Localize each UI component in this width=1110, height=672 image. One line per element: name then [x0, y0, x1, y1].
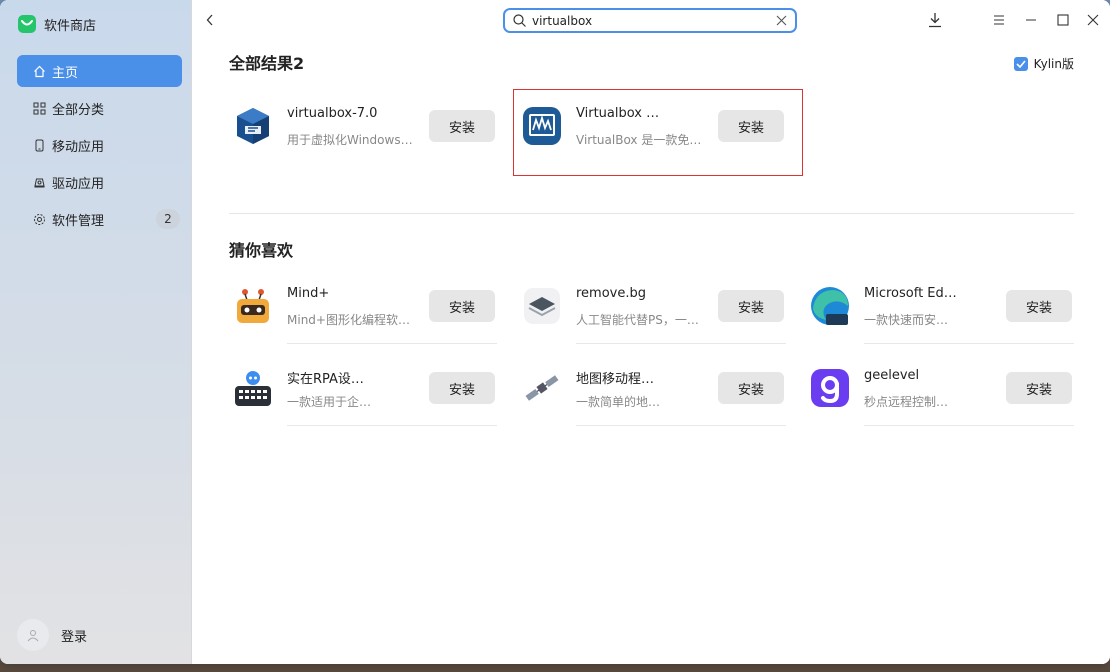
grid-icon: [32, 101, 46, 115]
login-area[interactable]: 登录: [17, 619, 87, 651]
install-button[interactable]: 安装: [1006, 372, 1072, 404]
sidebar-item-categories[interactable]: 全部分类: [17, 92, 182, 124]
update-count-badge: 2: [156, 209, 180, 229]
row-divider: [576, 343, 786, 344]
row-divider: [287, 343, 497, 344]
virtualbox-cube-icon: [229, 102, 277, 150]
app-window: 软件商店 主页 全部分类 移动应用 驱动应用 软件管理 2 登录 virtual…: [0, 0, 1110, 664]
app-description: 一款适用于企…: [287, 395, 372, 409]
sidebar-item-label: 驱动应用: [52, 176, 105, 192]
app-card[interactable]: Mind+ Mind+图形化编程软… 安装: [229, 270, 497, 344]
app-name: 软件商店: [44, 18, 97, 34]
close-icon: [1087, 14, 1099, 26]
install-button[interactable]: 安装: [429, 372, 495, 404]
sidebar-nav: 主页 全部分类 移动应用 驱动应用 软件管理 2: [0, 48, 191, 235]
top-bar: [192, 0, 1110, 40]
install-button[interactable]: 安装: [429, 110, 495, 142]
edge-dev-icon: [806, 282, 854, 330]
kylin-checkbox[interactable]: [1013, 56, 1028, 71]
app-card[interactable]: remove.bg 人工智能代替PS，一… 安装: [518, 270, 786, 344]
sidebar-item-mobile-apps[interactable]: 移动应用: [17, 129, 182, 161]
app-title-bar: 软件商店: [0, 0, 191, 48]
minimize-button[interactable]: [1023, 11, 1039, 29]
download-button[interactable]: [927, 11, 943, 29]
phone-icon: [32, 138, 46, 152]
row-divider: [864, 343, 1074, 344]
section-divider: [229, 213, 1074, 214]
app-name[interactable]: Mind+: [287, 286, 329, 301]
sidebar-item-label: 全部分类: [52, 102, 105, 118]
row-divider: [576, 425, 786, 426]
maximize-button[interactable]: [1055, 11, 1071, 29]
recommend-title: 猜你喜欢: [229, 241, 294, 260]
kylin-filter-label: Kylin版: [1033, 57, 1074, 71]
sidebar-item-label: 软件管理: [52, 213, 105, 229]
app-description: 人工智能代替PS，一…: [576, 313, 699, 327]
app-card[interactable]: 地图移动程… 一款简单的地… 安装: [518, 352, 786, 426]
download-icon: [929, 13, 941, 28]
search-input[interactable]: [532, 13, 776, 28]
store-logo-icon: [18, 15, 36, 33]
app-description: 一款快速而安…: [864, 313, 949, 327]
sidebar-item-drivers[interactable]: 驱动应用: [17, 166, 182, 198]
app-card[interactable]: Microsoft Ed… 一款快速而安… 安装: [806, 270, 1074, 344]
app-description: 用于虚拟化Windows…: [287, 133, 413, 147]
satellite-icon: [518, 364, 566, 412]
rpa-robot-icon: [229, 364, 277, 412]
install-button[interactable]: 安装: [718, 290, 784, 322]
row-divider: [864, 425, 1074, 426]
sidebar-item-label: 移动应用: [52, 139, 105, 155]
app-name[interactable]: 实在RPA设…: [287, 368, 364, 387]
checkmark-icon: [1016, 59, 1026, 68]
row-divider: [287, 425, 497, 426]
results-title: 全部结果2: [229, 54, 305, 73]
install-button[interactable]: 安装: [1006, 290, 1072, 322]
install-button[interactable]: 安装: [429, 290, 495, 322]
app-description: 一款简单的地…: [576, 395, 661, 409]
menu-button[interactable]: [991, 11, 1007, 29]
home-icon: [32, 64, 46, 78]
sidebar: 软件商店 主页 全部分类 移动应用 驱动应用 软件管理 2 登录: [0, 0, 192, 664]
sidebar-item-software-management[interactable]: 软件管理 2: [17, 203, 182, 235]
app-description: 秒点远程控制…: [864, 395, 949, 409]
back-button[interactable]: [202, 10, 218, 30]
search-icon: [513, 14, 526, 27]
kylin-filter[interactable]: Kylin版: [1013, 55, 1074, 72]
menu-icon: [994, 15, 1004, 25]
app-name[interactable]: geelevel: [864, 368, 919, 383]
app-name[interactable]: virtualbox-7.0: [287, 106, 377, 121]
minimize-icon: [1026, 19, 1036, 21]
app-name[interactable]: remove.bg: [576, 286, 646, 301]
maximize-icon: [1057, 14, 1069, 26]
avatar[interactable]: [17, 619, 49, 651]
app-card[interactable]: 实在RPA设… 一款适用于企… 安装: [229, 352, 497, 426]
removebg-layers-icon: [518, 282, 566, 330]
mindplus-robot-icon: [229, 282, 277, 330]
selection-highlight-box: [513, 89, 803, 176]
driver-icon: [32, 175, 46, 189]
app-card[interactable]: virtualbox-7.0 用于虚拟化Windows… 安装: [229, 90, 497, 164]
geelevel-g-icon: [806, 364, 854, 412]
app-name[interactable]: Microsoft Ed…: [864, 286, 957, 301]
install-button[interactable]: 安装: [718, 372, 784, 404]
app-description: Mind+图形化编程软…: [287, 313, 410, 327]
gear-icon: [32, 212, 46, 226]
app-card[interactable]: geelevel 秒点远程控制… 安装: [806, 352, 1074, 426]
app-name[interactable]: 地图移动程…: [576, 368, 654, 387]
close-button[interactable]: [1085, 11, 1101, 29]
main-content: 全部结果2 Kylin版 virtualbox-7.0 用于虚拟化Windows…: [192, 0, 1110, 664]
search-box[interactable]: [503, 8, 797, 33]
sidebar-item-home[interactable]: 主页: [17, 55, 182, 87]
chevron-left-icon: [206, 14, 213, 26]
clear-search-icon[interactable]: [776, 15, 787, 26]
sidebar-item-label: 主页: [52, 65, 79, 81]
login-label[interactable]: 登录: [61, 626, 87, 645]
